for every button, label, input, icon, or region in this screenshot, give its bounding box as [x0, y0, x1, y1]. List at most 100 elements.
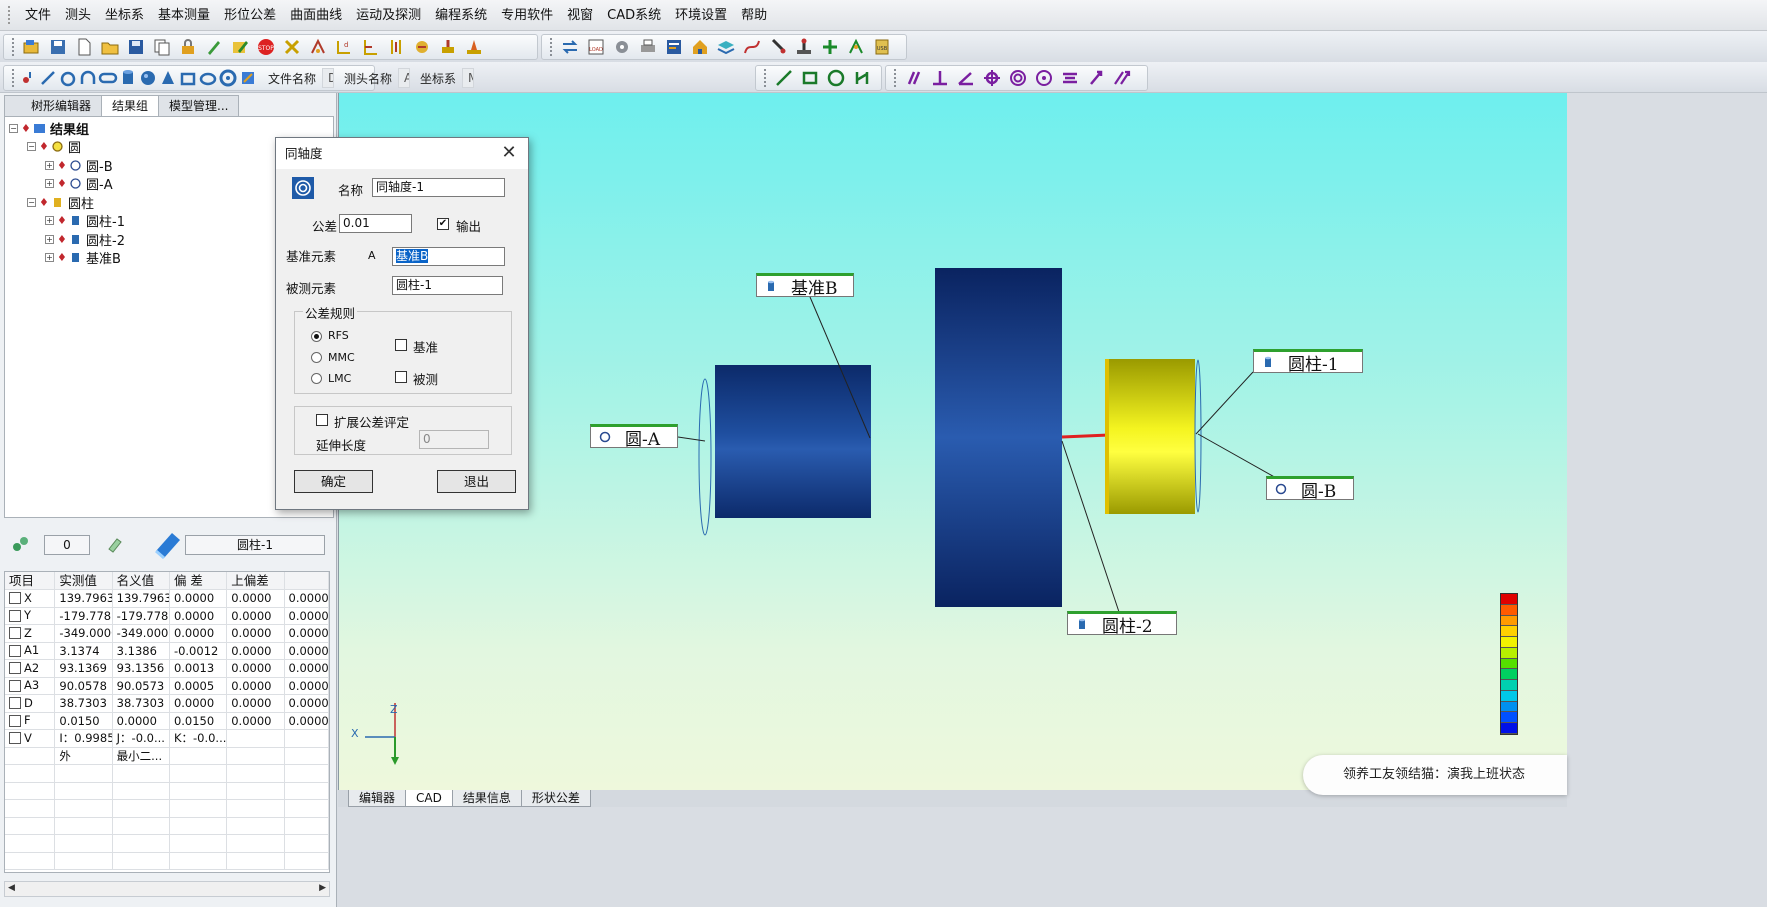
- grid-horizontal-scrollbar[interactable]: ◀ ▶: [4, 881, 330, 897]
- tree-item[interactable]: − ♦ 结果组: [5, 119, 333, 138]
- menu-programming[interactable]: 编程系统: [428, 0, 494, 31]
- load-icon[interactable]: LOAD: [583, 35, 609, 59]
- row-checkbox[interactable]: [9, 592, 21, 605]
- expand-icon[interactable]: +: [45, 234, 54, 244]
- callout-circle-a[interactable]: 圆-A: [590, 424, 678, 450]
- visibility-bulb-icon[interactable]: ♦: [39, 140, 49, 153]
- construct-plane-icon[interactable]: [797, 66, 823, 90]
- feature-name-field[interactable]: 圆柱-1: [185, 535, 325, 555]
- mmc-radio[interactable]: [311, 352, 322, 363]
- rfs-radio[interactable]: [311, 331, 322, 342]
- menu-basic-measure[interactable]: 基本测量: [151, 0, 217, 31]
- edit-program-icon[interactable]: [227, 35, 253, 59]
- row-checkbox[interactable]: [9, 627, 21, 640]
- table-row[interactable]: A2 93.1369 93.1356 0.0013 0.0000 0.0000: [5, 660, 329, 678]
- visibility-bulb-icon[interactable]: ♦: [21, 122, 31, 135]
- probe-calibrate-icon[interactable]: [305, 35, 331, 59]
- table-row[interactable]: V I：0.9985 J：-0.0... K：-0.0...: [5, 730, 329, 748]
- grid-header-cell[interactable]: 项目: [5, 572, 56, 589]
- menu-file[interactable]: 文件: [18, 0, 58, 31]
- tolerance-input[interactable]: 0.01: [339, 214, 412, 233]
- collapse-icon[interactable]: −: [27, 197, 36, 207]
- machine-icon[interactable]: [435, 35, 461, 59]
- ellipse-feature-icon[interactable]: [198, 66, 218, 90]
- point-count-field[interactable]: 0: [44, 535, 90, 555]
- construct-circle-icon[interactable]: [823, 66, 849, 90]
- coaxiality-icon[interactable]: [1031, 66, 1057, 90]
- probe-tool-icon[interactable]: [461, 35, 487, 59]
- slot-feature-icon[interactable]: [98, 66, 118, 90]
- tab-cad[interactable]: CAD: [405, 790, 453, 807]
- extend-tolerance-checkbox[interactable]: [316, 414, 328, 426]
- save-icon[interactable]: [123, 35, 149, 59]
- joystick-icon[interactable]: [791, 35, 817, 59]
- table-row[interactable]: 外最小二...: [5, 747, 329, 765]
- copy-icon[interactable]: [149, 35, 175, 59]
- tab-model-manager[interactable]: 模型管理...: [158, 95, 240, 117]
- stylus-icon[interactable]: [765, 35, 791, 59]
- parallel-icon[interactable]: [383, 35, 409, 59]
- row-checkbox[interactable]: [9, 644, 21, 657]
- circle-b-outline[interactable]: [1194, 359, 1202, 513]
- datum-element-input[interactable]: 基准B: [392, 247, 505, 266]
- point-feature-icon[interactable]: [18, 66, 38, 90]
- visibility-bulb-icon[interactable]: ♦: [57, 233, 67, 246]
- move-icon[interactable]: [817, 35, 843, 59]
- row-checkbox[interactable]: [9, 714, 21, 727]
- line-feature-icon[interactable]: [38, 66, 58, 90]
- measured-element-input[interactable]: 圆柱-1: [392, 276, 503, 295]
- menu-surface-curve[interactable]: 曲面曲线: [283, 0, 349, 31]
- tab-tree-editor[interactable]: 树形编辑器: [4, 95, 103, 117]
- tab-editor[interactable]: 编辑器: [348, 790, 407, 807]
- stop-icon[interactable]: STOP: [253, 35, 279, 59]
- scroll-left-icon[interactable]: ◀: [8, 883, 15, 893]
- table-row[interactable]: F 0.0150 0.0000 0.0150 0.0000 0.0000: [5, 712, 329, 730]
- extend-length-input[interactable]: 0: [419, 430, 489, 449]
- concentricity-icon[interactable]: [1005, 66, 1031, 90]
- collapse-icon[interactable]: −: [9, 123, 18, 133]
- probe-points-icon[interactable]: [10, 533, 32, 555]
- callout-circle-b[interactable]: 圆-B: [1266, 476, 1354, 502]
- angularity-icon[interactable]: [953, 66, 979, 90]
- datum-b-cylinder[interactable]: [715, 365, 871, 518]
- table-row[interactable]: A1 3.1374 3.1386 -0.0012 0.0000 0.0000: [5, 642, 329, 660]
- expand-icon[interactable]: +: [45, 160, 54, 170]
- delete-icon[interactable]: [279, 35, 305, 59]
- datum-checkbox[interactable]: [395, 339, 407, 351]
- total-runout-icon[interactable]: [1109, 66, 1135, 90]
- tab-form-tolerance[interactable]: 形状公差: [520, 790, 591, 807]
- circle-feature-icon[interactable]: [58, 66, 78, 90]
- probe-name-field[interactable]: A0B0: [398, 68, 411, 88]
- menu-probe[interactable]: 测头: [58, 0, 98, 31]
- scroll-right-icon[interactable]: ▶: [319, 883, 326, 893]
- perpendicularity-icon[interactable]: [927, 66, 953, 90]
- row-checkbox[interactable]: [9, 697, 21, 710]
- visibility-bulb-icon[interactable]: ♦: [57, 159, 67, 172]
- menu-cad[interactable]: CAD系统: [600, 0, 668, 31]
- row-checkbox[interactable]: [9, 732, 21, 745]
- symmetry-icon[interactable]: [1057, 66, 1083, 90]
- construct-line-icon[interactable]: [771, 66, 797, 90]
- cone-feature-icon[interactable]: [158, 66, 178, 90]
- construct-slot-icon[interactable]: [849, 66, 875, 90]
- table-row[interactable]: Y -179.7785 -179.7785 0.0000 0.0000 0.0000: [5, 607, 329, 625]
- visibility-bulb-icon[interactable]: ♦: [57, 177, 67, 190]
- sphere-feature-icon[interactable]: [138, 66, 158, 90]
- menu-special-software[interactable]: 专用软件: [494, 0, 560, 31]
- grid-header-cell[interactable]: 偏 差: [170, 572, 228, 589]
- scan-icon[interactable]: [843, 35, 869, 59]
- menu-view[interactable]: 视窗: [560, 0, 600, 31]
- callout-datum-b[interactable]: 基准B: [756, 273, 854, 299]
- grid-header-cell[interactable]: 上偏差: [227, 572, 285, 589]
- file-name-field[interactable]: D3L20: [322, 68, 335, 88]
- collapse-icon[interactable]: −: [27, 142, 36, 152]
- settings-icon[interactable]: [609, 35, 635, 59]
- motion-icon[interactable]: [409, 35, 435, 59]
- position-icon[interactable]: [979, 66, 1005, 90]
- open-project-icon[interactable]: [19, 35, 45, 59]
- expand-icon[interactable]: +: [45, 253, 54, 263]
- row-checkbox[interactable]: [9, 662, 21, 675]
- parallelism-icon[interactable]: [901, 66, 927, 90]
- cylinder-feature-icon[interactable]: [118, 66, 138, 90]
- menu-help[interactable]: 帮助: [734, 0, 774, 31]
